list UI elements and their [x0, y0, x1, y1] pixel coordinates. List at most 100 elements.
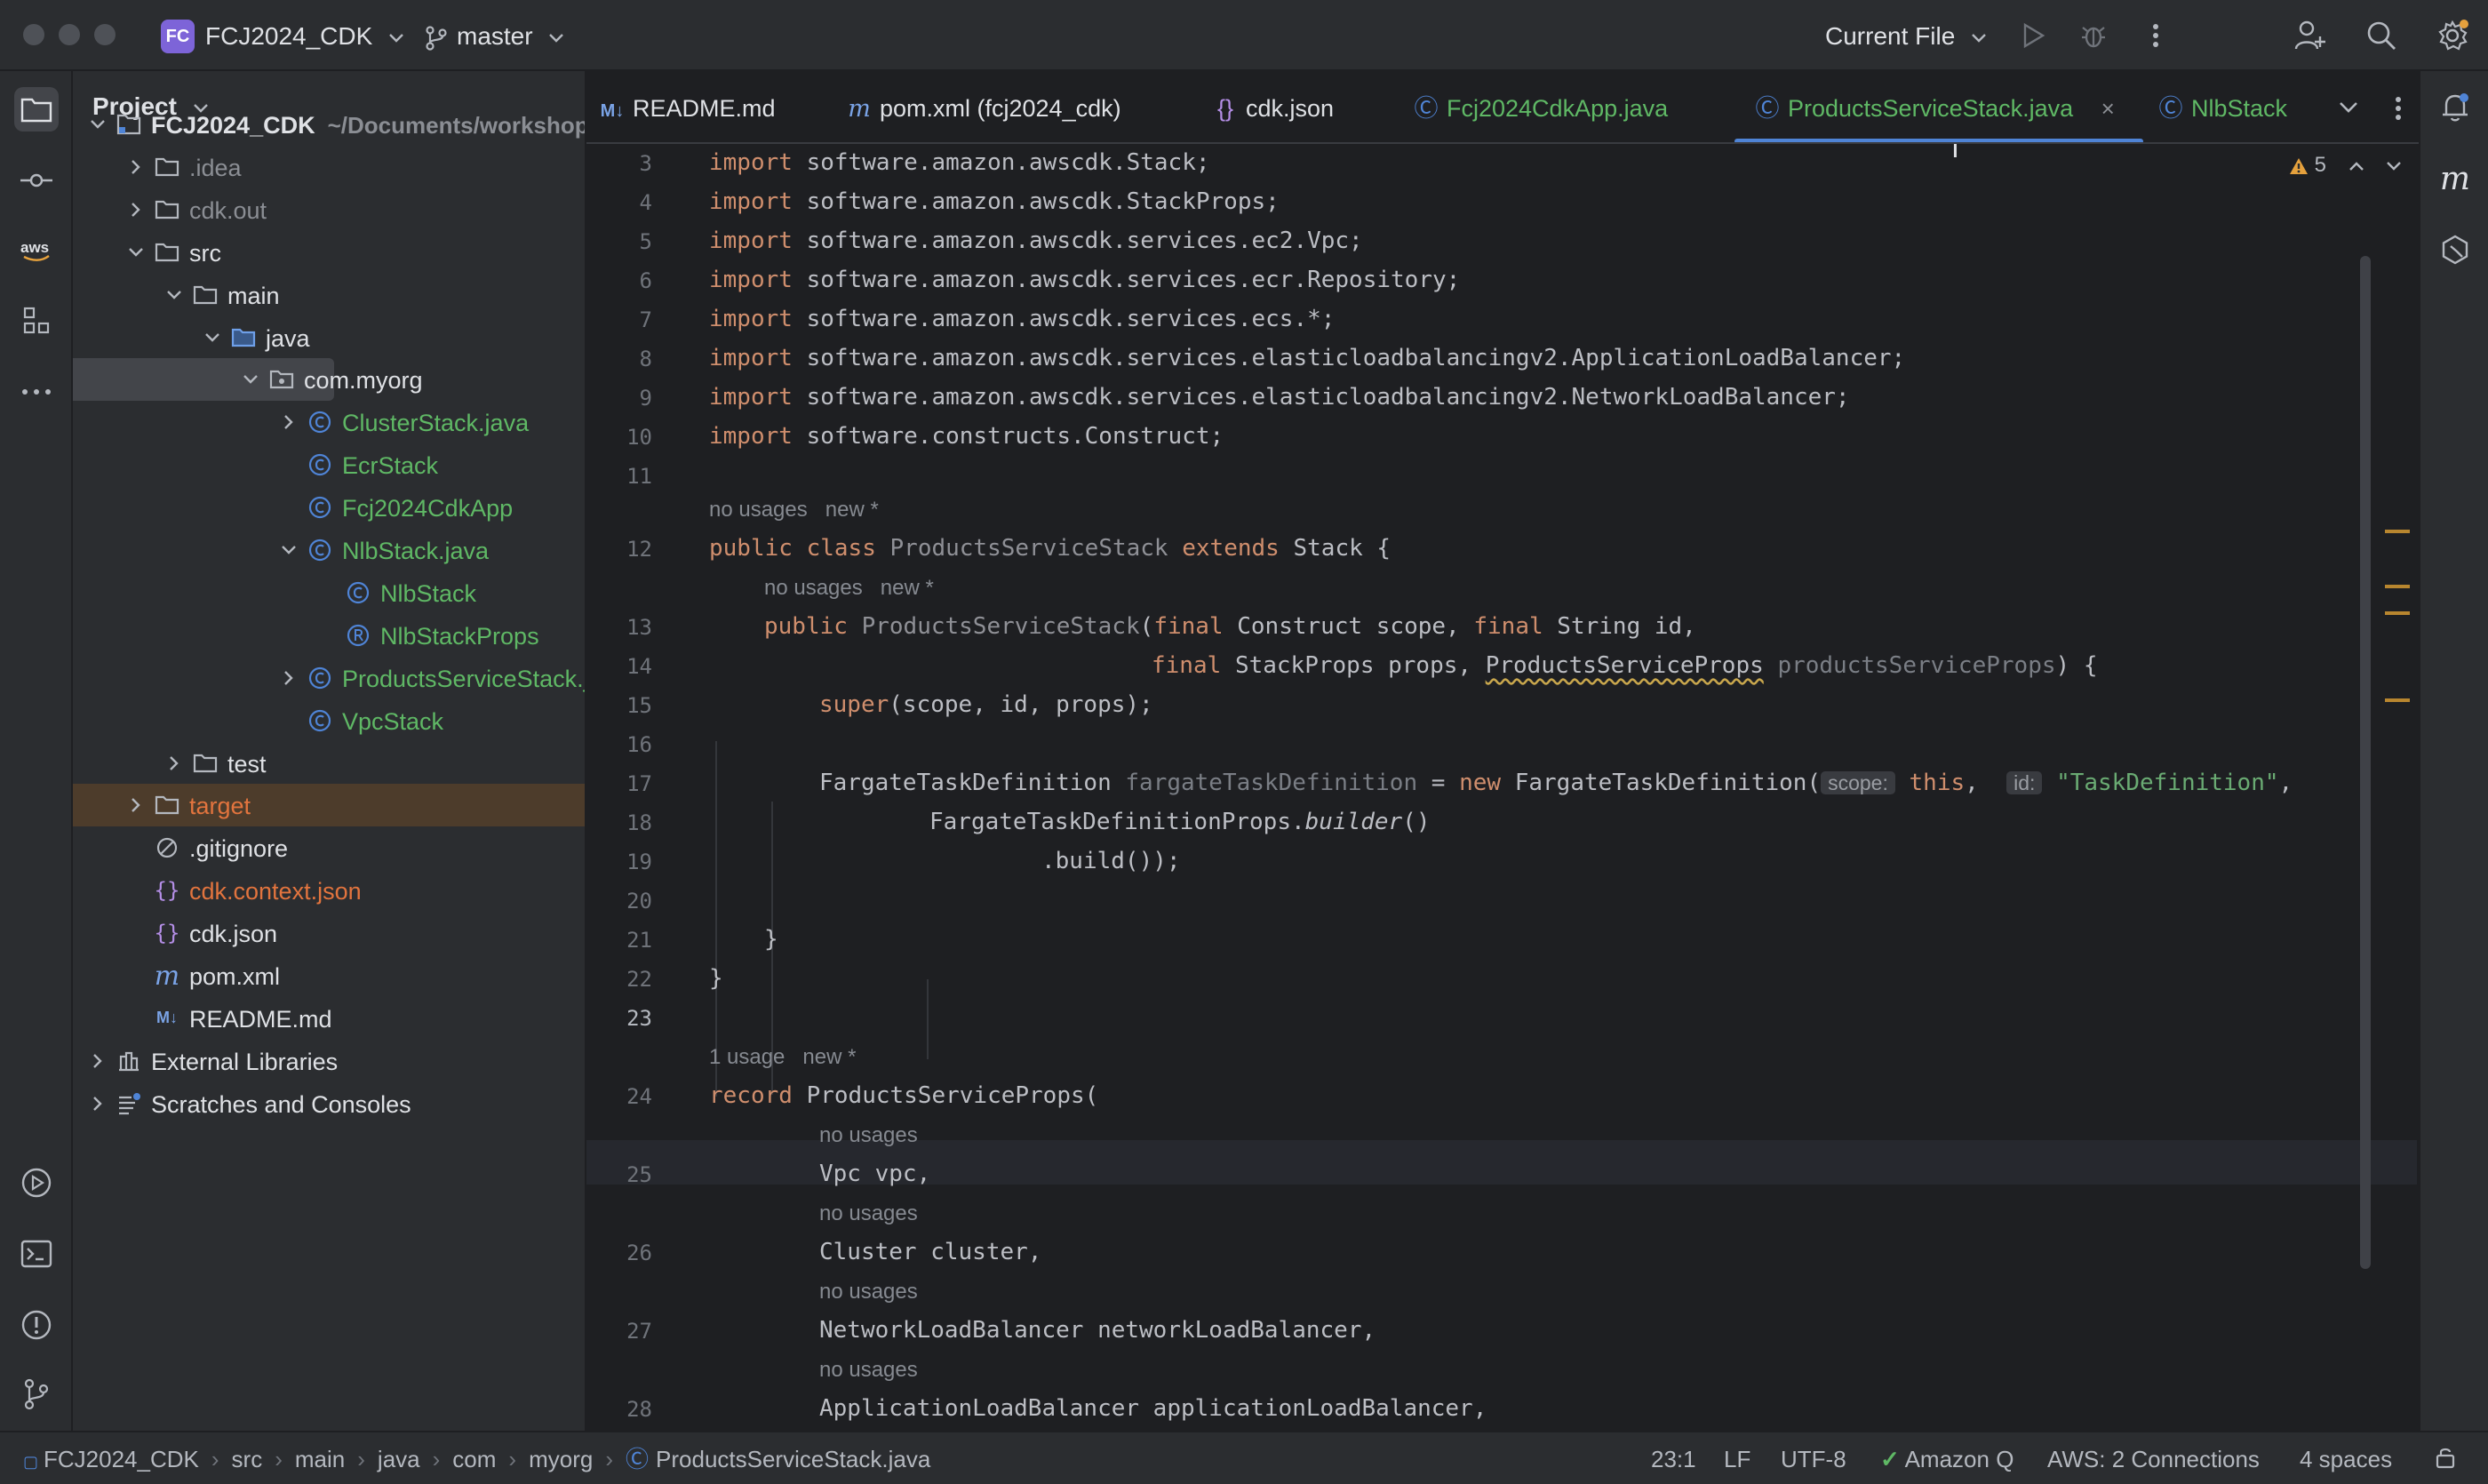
tree-item[interactable]: java: [73, 316, 585, 359]
chevron-right-icon[interactable]: [280, 669, 298, 687]
file-encoding[interactable]: UTF-8: [1781, 1446, 1846, 1472]
tree-item[interactable]: .idea: [73, 146, 585, 188]
tree-item[interactable]: FCJ2024_CDK ~/Documents/workshop: [73, 103, 585, 146]
usage-hint[interactable]: no usages: [819, 1201, 918, 1226]
commit-tool-icon[interactable]: [14, 158, 59, 203]
branch-switcher[interactable]: master: [425, 21, 564, 52]
close-tab-icon[interactable]: ×: [2101, 95, 2115, 122]
tree-item[interactable]: EcrStack: [73, 443, 585, 486]
structure-tool-icon[interactable]: [14, 299, 59, 343]
zoom-window-button[interactable]: [94, 24, 116, 45]
breadcrumb-item[interactable]: com: [452, 1446, 496, 1472]
tree-item[interactable]: cdk.out: [73, 188, 585, 231]
aws-connections[interactable]: AWS: 2 Connections: [2047, 1446, 2260, 1472]
project-tool-icon[interactable]: [14, 87, 59, 132]
chevron-down-icon[interactable]: [280, 541, 298, 559]
chevron-up-icon[interactable]: [2348, 161, 2364, 172]
chevron-down-icon[interactable]: [2386, 161, 2402, 172]
usage-hint[interactable]: 1 usage new *: [709, 1045, 856, 1070]
usage-hint[interactable]: no usages: [819, 1123, 918, 1148]
chevron-down-icon[interactable]: [89, 116, 107, 133]
tab-fcj2024cdkapp[interactable]: Ⓒ Fcj2024CdkApp.java: [1413, 92, 1669, 124]
caret-position[interactable]: 23:1: [1651, 1446, 1696, 1472]
tree-item[interactable]: {} cdk.context.json: [73, 869, 585, 912]
usage-hint[interactable]: no usages new *: [764, 576, 934, 601]
tabs-more-icon[interactable]: [2395, 96, 2402, 121]
chevron-down-icon[interactable]: [242, 371, 259, 388]
breadcrumb-item[interactable]: main: [295, 1446, 345, 1472]
notifications-bell-icon[interactable]: [2433, 85, 2477, 130]
project-badge[interactable]: FC: [161, 20, 195, 53]
tab-cdk-json[interactable]: {} cdk.json: [1212, 92, 1334, 124]
terminal-tool-icon[interactable]: [14, 1232, 59, 1276]
breadcrumb-item[interactable]: myorg: [529, 1446, 593, 1472]
chevron-right-icon[interactable]: [280, 413, 298, 431]
usage-hint[interactable]: no usages new *: [709, 498, 879, 523]
tree-item[interactable]: test: [73, 742, 585, 785]
breadcrumb-item[interactable]: ProductsServiceStack.java: [656, 1446, 930, 1472]
chevron-down-icon[interactable]: [127, 243, 145, 261]
chevron-right-icon[interactable]: [127, 158, 145, 176]
warning-marker[interactable]: [2385, 530, 2410, 533]
search-icon[interactable]: [2364, 18, 2399, 53]
chevron-right-icon[interactable]: [165, 754, 183, 772]
tree-item[interactable]: .gitignore: [73, 826, 585, 869]
amazon-q-status[interactable]: ✓ Amazon Q: [1880, 1446, 2014, 1472]
more-actions-icon[interactable]: [2138, 18, 2173, 53]
warning-marker[interactable]: [2385, 698, 2410, 702]
tabs-dropdown-icon[interactable]: [2339, 101, 2358, 114]
read-only-lock-icon[interactable]: [2435, 1446, 2456, 1474]
tree-item[interactable]: M↓ README.md: [73, 997, 585, 1040]
run-config-selector[interactable]: Current File: [1825, 21, 1987, 52]
tree-item[interactable]: VpcStack: [73, 699, 585, 742]
chevron-right-icon[interactable]: [89, 1052, 107, 1070]
warning-marker[interactable]: [2385, 611, 2410, 615]
maven-tool-icon[interactable]: m: [2433, 156, 2477, 201]
services-tool-icon[interactable]: [14, 1161, 59, 1205]
debug-icon[interactable]: [2076, 18, 2111, 53]
tree-item[interactable]: NlbStack.java: [73, 529, 585, 571]
breadcrumb-item[interactable]: java: [378, 1446, 420, 1472]
tree-item[interactable]: main: [73, 274, 585, 316]
tab-readme[interactable]: M↓ README.md: [599, 92, 776, 124]
chevron-right-icon[interactable]: [127, 796, 145, 814]
settings-gear-icon[interactable]: [2435, 18, 2470, 53]
code-editor[interactable]: 3 4 5 6 7 8 9 10 11 12 13 14 15 16 17 18 19 20 21 22 23 24 25 2…: [586, 144, 2419, 1431]
project-switcher[interactable]: FCJ2024_CDK: [205, 21, 404, 52]
breadcrumb-item[interactable]: FCJ2024_CDK: [44, 1446, 199, 1472]
tree-item[interactable]: Fcj2024CdkApp: [73, 486, 585, 529]
chevron-right-icon[interactable]: [89, 1095, 107, 1113]
add-user-icon[interactable]: [2293, 18, 2328, 53]
tab-pom-xml[interactable]: m pom.xml (fcj2024_cdk): [846, 92, 1120, 124]
warning-marker[interactable]: [2385, 585, 2410, 588]
git-tool-icon[interactable]: [14, 1372, 59, 1416]
aws-toolkit-icon[interactable]: aws: [14, 227, 59, 272]
tree-item[interactable]: target: [73, 784, 585, 827]
tree-item[interactable]: {} cdk.json: [73, 912, 585, 954]
breadcrumb-item[interactable]: src: [232, 1446, 263, 1472]
tree-item[interactable]: NlbStackProps: [73, 614, 585, 657]
chevron-right-icon[interactable]: [127, 201, 145, 219]
more-tools-icon[interactable]: [14, 370, 59, 414]
line-separator[interactable]: LF: [1724, 1446, 1750, 1472]
tree-item[interactable]: com.myorg: [73, 358, 423, 402]
inspection-widget[interactable]: 5: [2289, 153, 2402, 178]
vertical-scrollbar[interactable]: [2360, 256, 2371, 1269]
problems-tool-icon[interactable]: [14, 1303, 59, 1347]
indent-setting[interactable]: 4 spaces: [2300, 1446, 2392, 1472]
tree-item[interactable]: Scratches and Consoles: [73, 1082, 585, 1125]
tree-item[interactable]: External Libraries: [73, 1040, 585, 1082]
tree-item[interactable]: ProductsServiceStack.java: [73, 657, 585, 699]
tree-item[interactable]: ClusterStack.java: [73, 401, 585, 443]
amazon-q-tool-icon[interactable]: [2433, 227, 2477, 272]
tab-productsservicestack[interactable]: Ⓒ ProductsServiceStack.java ×: [1754, 92, 2115, 124]
chevron-down-icon[interactable]: [203, 329, 221, 347]
tree-item[interactable]: m pom.xml: [73, 954, 585, 997]
usage-hint[interactable]: no usages: [819, 1280, 918, 1304]
tab-nlbstack[interactable]: Ⓒ NlbStack: [2157, 92, 2288, 124]
minimize-window-button[interactable]: [59, 24, 80, 45]
run-icon[interactable]: [2015, 18, 2051, 53]
usage-hint[interactable]: no usages: [819, 1358, 918, 1383]
tree-item[interactable]: NlbStack: [73, 571, 585, 614]
tree-item[interactable]: src: [73, 231, 585, 274]
